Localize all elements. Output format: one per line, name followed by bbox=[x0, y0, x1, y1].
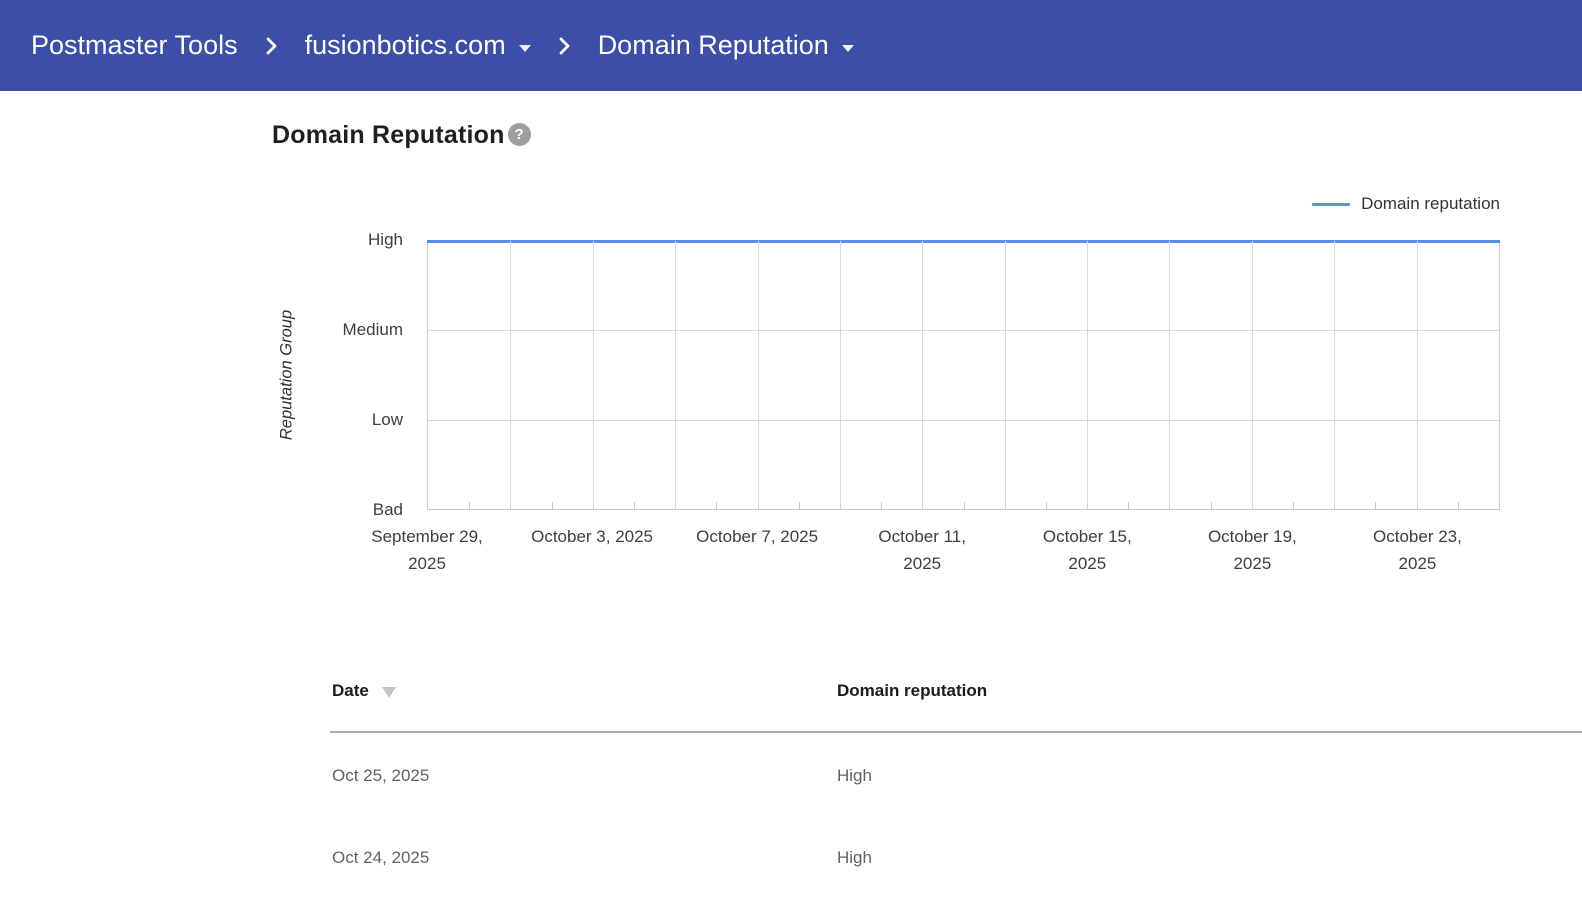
breadcrumb-postmaster-tools[interactable]: Postmaster Tools bbox=[31, 30, 238, 61]
domain-reputation-chart: Domain reputation Reputation Group High M… bbox=[0, 185, 1582, 615]
minor-x-tick bbox=[551, 502, 553, 509]
breadcrumb-dashboard-selector[interactable]: Domain Reputation bbox=[598, 30, 854, 61]
vertical-gridline bbox=[675, 241, 677, 509]
vertical-gridline bbox=[1334, 241, 1336, 509]
table-cell-reputation: High bbox=[837, 848, 872, 867]
x-axis-tick-label: October 19, 2025 bbox=[1207, 527, 1297, 573]
minor-x-tick bbox=[963, 502, 965, 509]
help-icon[interactable]: ? bbox=[507, 123, 531, 146]
column-header-domain-reputation[interactable]: Domain reputation bbox=[837, 681, 987, 701]
minor-x-tick bbox=[798, 502, 800, 509]
breadcrumb-label: fusionbotics.com bbox=[304, 30, 506, 60]
y-axis-tick-label: Low bbox=[371, 410, 403, 429]
minor-x-tick bbox=[1457, 502, 1459, 509]
minor-x-tick bbox=[1128, 502, 1130, 509]
x-axis-tick-label: October 7, 2025 bbox=[696, 527, 819, 546]
vertical-gridline bbox=[757, 241, 759, 509]
x-axis-tick-label: October 23, 2025 bbox=[1373, 527, 1462, 573]
vertical-gridline bbox=[1251, 241, 1253, 509]
page-title: Domain Reputation bbox=[272, 121, 505, 149]
caret-down-icon bbox=[518, 44, 531, 52]
legend-label: Domain reputation bbox=[1361, 194, 1500, 213]
chart-legend: Domain reputation bbox=[1312, 194, 1500, 214]
table-header-divider bbox=[330, 731, 1582, 733]
minor-x-tick bbox=[881, 502, 883, 509]
minor-x-tick bbox=[469, 502, 471, 509]
minor-x-tick bbox=[1045, 502, 1047, 509]
app-header: Postmaster Tools fusionbotics.com Domain… bbox=[0, 0, 1582, 91]
legend-line-swatch bbox=[1312, 202, 1351, 206]
chevron-right-icon bbox=[558, 36, 571, 56]
x-axis-tick-label: October 11, 2025 bbox=[878, 527, 966, 573]
y-axis-tick-label: Medium bbox=[342, 320, 403, 339]
x-axis-tick-label: October 15, 2025 bbox=[1042, 527, 1132, 573]
column-header-label: Date bbox=[332, 681, 369, 700]
chart-plot-area bbox=[427, 240, 1500, 510]
caret-down-icon bbox=[841, 44, 854, 52]
column-header-label: Domain reputation bbox=[837, 681, 988, 700]
vertical-gridline bbox=[922, 241, 924, 509]
minor-x-tick bbox=[633, 502, 635, 509]
y-axis-tick-label: Bad bbox=[372, 500, 403, 519]
breadcrumb-domain-selector[interactable]: fusionbotics.com bbox=[305, 30, 531, 61]
breadcrumb: Postmaster Tools fusionbotics.com Domain… bbox=[31, 30, 854, 61]
table-cell-date: Oct 24, 2025 bbox=[332, 848, 430, 867]
column-header-date[interactable]: Date bbox=[332, 681, 396, 701]
vertical-gridline bbox=[510, 241, 512, 509]
x-axis-tick-label: October 3, 2025 bbox=[531, 527, 654, 546]
vertical-gridline bbox=[839, 241, 841, 509]
chevron-right-icon bbox=[265, 36, 278, 56]
table-cell-reputation: High bbox=[837, 766, 872, 785]
x-axis-tick-label: September 29, 2025 bbox=[371, 527, 483, 573]
breadcrumb-label: Postmaster Tools bbox=[31, 30, 238, 60]
vertical-gridline bbox=[592, 241, 594, 509]
minor-x-tick bbox=[1375, 502, 1377, 509]
page-title-row: Domain Reputation ? bbox=[272, 121, 531, 150]
minor-x-tick bbox=[1210, 502, 1212, 509]
table-cell-date: Oct 25, 2025 bbox=[332, 766, 430, 785]
vertical-gridline bbox=[1416, 241, 1418, 509]
horizontal-gridline bbox=[428, 419, 1499, 421]
minor-x-tick bbox=[716, 502, 718, 509]
breadcrumb-label: Domain Reputation bbox=[597, 30, 829, 60]
vertical-gridline bbox=[1004, 241, 1006, 509]
vertical-gridline bbox=[1087, 241, 1089, 509]
y-axis-tick-label: High bbox=[368, 230, 403, 249]
vertical-gridline bbox=[1169, 241, 1171, 509]
minor-x-tick bbox=[1293, 502, 1295, 509]
domain-reputation-series-line bbox=[427, 240, 1500, 243]
horizontal-gridline bbox=[428, 330, 1499, 332]
sort-descending-icon bbox=[381, 687, 396, 698]
